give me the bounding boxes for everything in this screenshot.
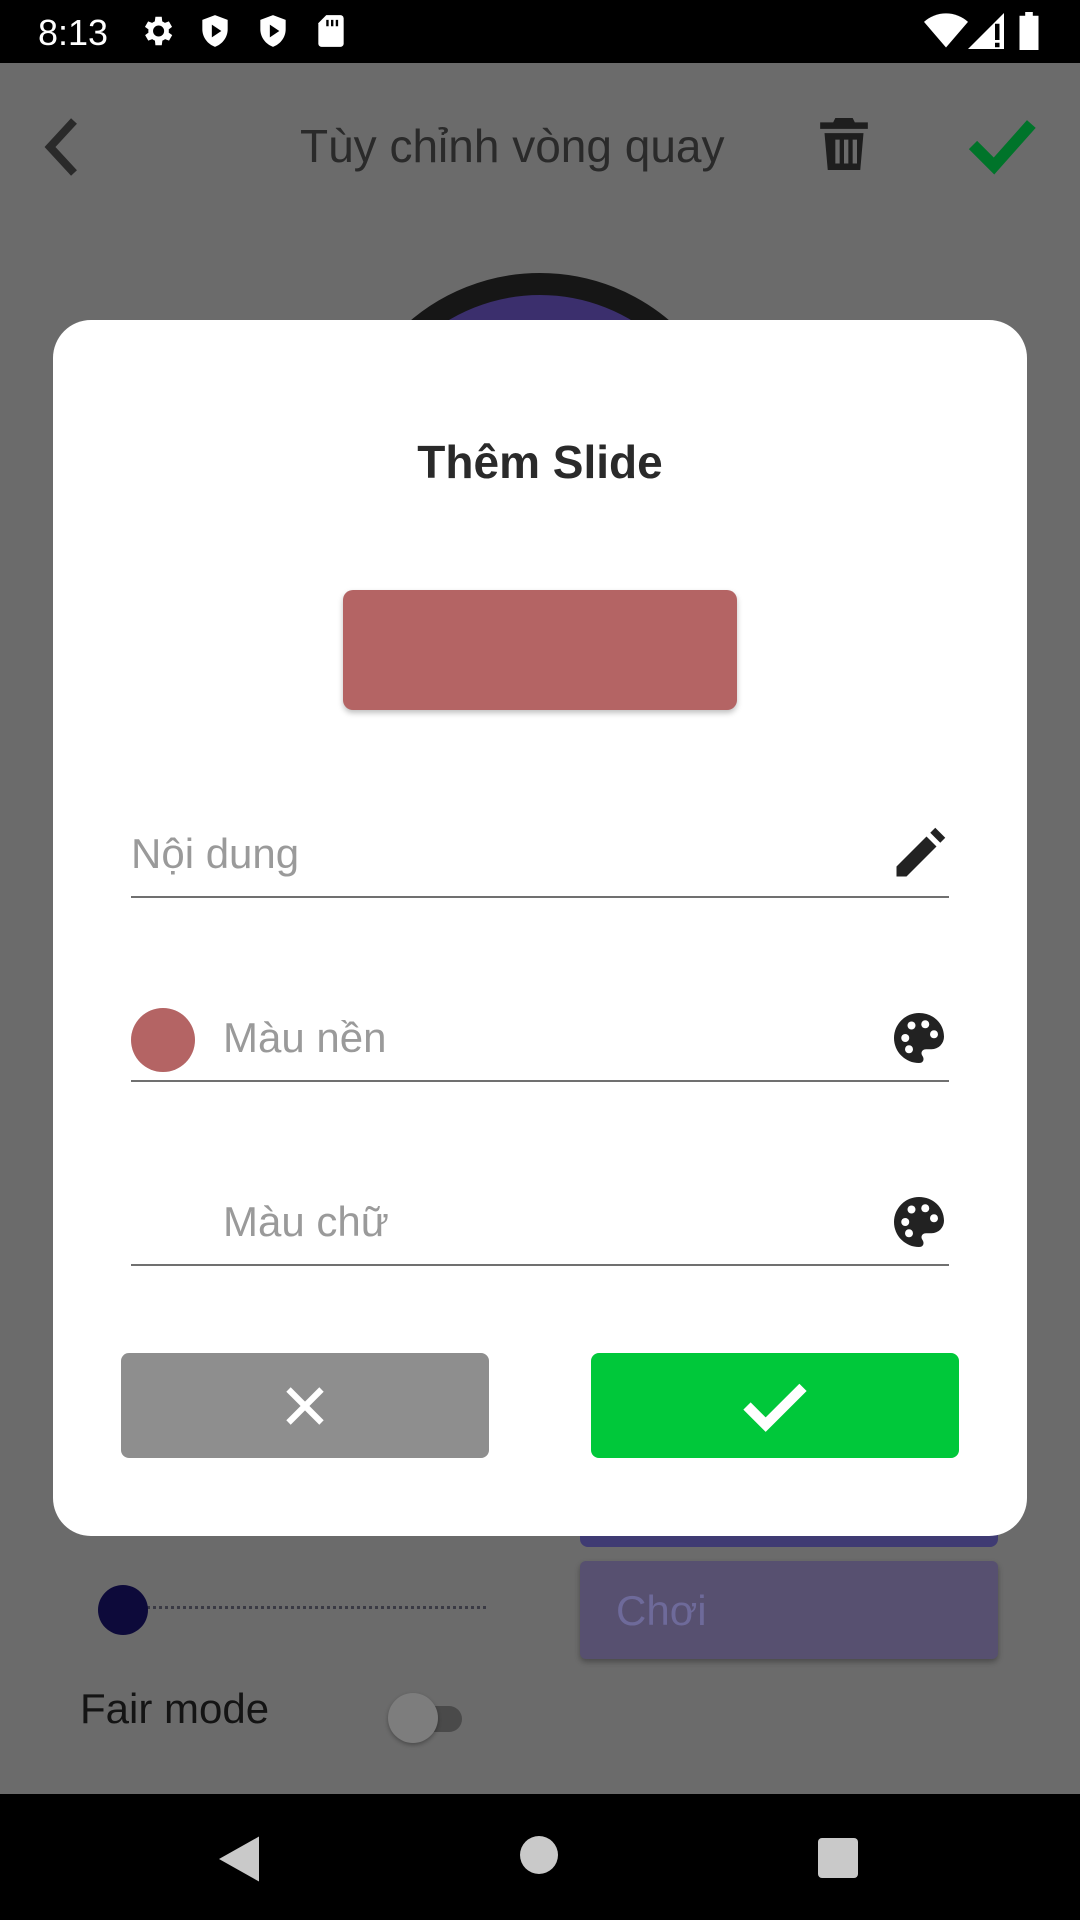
screen-title: Tùy chỉnh vòng quay [300,120,725,172]
sd-card-icon [318,15,344,47]
close-icon [286,1386,324,1425]
play-button[interactable]: Chơi [580,1561,998,1659]
fair-mode-toggle[interactable] [388,1693,470,1743]
wifi-icon [924,13,968,48]
back-triangle-icon[interactable] [214,1834,264,1884]
fair-mode-label: Fair mode [80,1685,270,1732]
background-color-swatch [131,1008,195,1072]
play-button-label: Chơi [616,1587,707,1634]
content-field[interactable]: Nội dung [131,812,949,898]
home-circle-icon[interactable] [520,1836,558,1874]
shield-play-icon [260,15,286,47]
slide-color-preview [343,590,737,710]
gear-icon [144,16,173,46]
confirm-button[interactable] [591,1353,959,1458]
palette-icon[interactable] [889,1008,949,1068]
dialog-title: Thêm Slide [417,436,663,488]
recents-square-icon[interactable] [818,1838,858,1878]
toggle-knob [388,1693,438,1743]
pencil-icon[interactable] [889,824,949,884]
background-color-placeholder: Màu nền [223,1014,387,1061]
palette-icon[interactable] [889,1192,949,1252]
back-arrow-icon[interactable] [42,117,82,177]
check-icon [743,1383,807,1432]
add-slide-dialog: Thêm Slide Nội dung Màu nền Màu chữ [53,320,1027,1536]
slider-thumb[interactable] [98,1585,148,1635]
signal-icon [968,13,1004,49]
speed-slider[interactable] [98,1583,488,1635]
save-check-icon[interactable] [966,115,1036,175]
navigation-bar [0,1794,1080,1920]
cancel-button[interactable] [121,1353,489,1458]
status-bar: 8:13 [0,0,1080,63]
background-color-field[interactable]: Màu nền [131,996,949,1082]
slider-track [122,1606,486,1615]
text-color-field[interactable]: Màu chữ [131,1180,949,1266]
battery-icon [1019,12,1039,50]
shield-play-icon [202,15,228,47]
text-color-placeholder: Màu chữ [223,1198,389,1245]
content-placeholder: Nội dung [131,830,300,877]
trash-icon[interactable] [818,115,870,173]
status-time: 8:13 [38,12,109,53]
